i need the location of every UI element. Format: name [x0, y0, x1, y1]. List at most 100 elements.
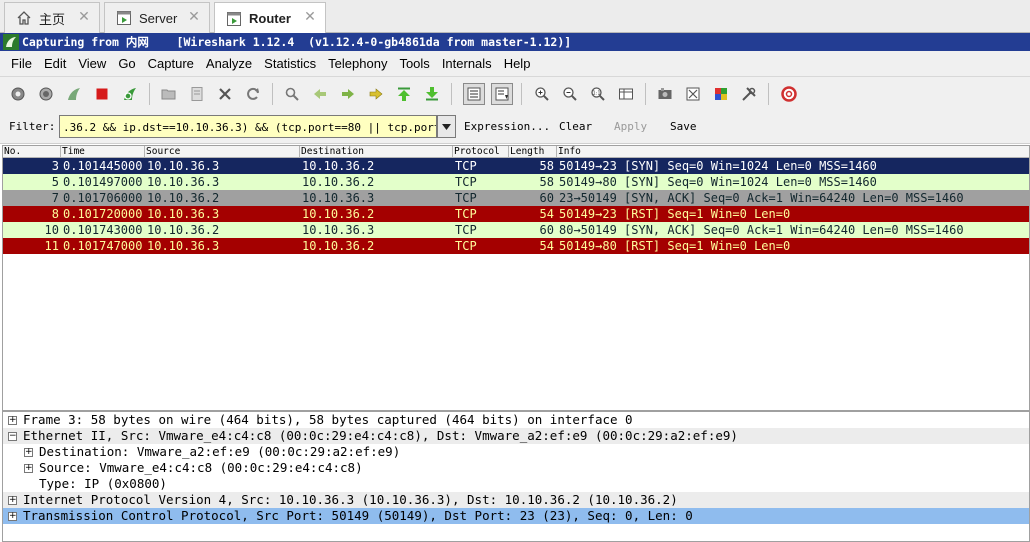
packet-cell-proto: TCP [455, 191, 477, 205]
zoom-in-icon[interactable] [531, 83, 553, 105]
packet-cell-info: 50149→23 [SYN] Seq=0 Win=1024 Len=0 MSS=… [559, 159, 877, 173]
interfaces-icon[interactable] [7, 83, 29, 105]
packet-cell-info: 50149→23 [RST] Seq=1 Win=0 Len=0 [559, 207, 791, 221]
menu-internals[interactable]: Internals [437, 56, 497, 71]
close-icon[interactable]: ✕ [187, 10, 201, 24]
open-file-icon[interactable] [158, 83, 180, 105]
detail-text: Destination: Vmware_a2:ef:e9 (00:0c:29:a… [39, 444, 401, 459]
colorize-list-icon[interactable] [463, 83, 485, 105]
close-icon[interactable]: ✕ [303, 10, 317, 24]
menu-edit[interactable]: Edit [39, 56, 71, 71]
resize-columns-icon[interactable] [615, 83, 637, 105]
packet-cell-time: 0.101720000 [63, 207, 143, 221]
packet-row[interactable]: 7 0.101706000 10.10.36.2 10.10.36.3 TCP 60 23→… [3, 190, 1029, 206]
tab-server[interactable]: Server ✕ [104, 2, 210, 33]
go-forward-icon[interactable] [337, 83, 359, 105]
tab-home[interactable]: 主页 ✕ [4, 2, 100, 33]
stop-capture-icon[interactable] [91, 83, 113, 105]
main-toolbar: 1:1 [0, 76, 1030, 110]
menu-telephony[interactable]: Telephony [323, 56, 392, 71]
collapse-icon[interactable]: − [8, 432, 17, 441]
packet-cell-info: 50149→80 [RST] Seq=1 Win=0 Len=0 [559, 239, 791, 253]
packet-row[interactable]: 11 0.101747000 10.10.36.3 10.10.36.2 TCP 54 50… [3, 238, 1029, 254]
zoom-out-icon[interactable] [559, 83, 581, 105]
filter-history-dropdown[interactable] [437, 115, 456, 138]
filter-label: Filter: [9, 120, 56, 133]
detail-tree-item[interactable]: + Destination: Vmware_a2:ef:e9 (00:0c:29:… [3, 444, 1029, 460]
packet-row[interactable]: 8 0.101720000 10.10.36.3 10.10.36.2 TCP 54 501… [3, 206, 1029, 222]
wireshark-fin-icon [3, 34, 19, 50]
column-header-info[interactable]: Info [557, 146, 1029, 158]
capture-options-icon[interactable] [35, 83, 57, 105]
expand-icon[interactable]: + [24, 448, 33, 457]
packet-row[interactable]: 5 0.101497000 10.10.36.3 10.10.36.2 TCP 58 501… [3, 174, 1029, 190]
packet-details-tree: + Frame 3: 58 bytes on wire (464 bits), 5… [2, 411, 1030, 542]
window-title-bar: Capturing from 内网 [Wireshark 1.12.4 (v1.… [0, 33, 1030, 51]
save-file-icon[interactable] [186, 83, 208, 105]
column-header-protocol[interactable]: Protocol [453, 146, 509, 158]
menu-help[interactable]: Help [499, 56, 536, 71]
column-header-source[interactable]: Source [145, 146, 300, 158]
go-back-icon[interactable] [309, 83, 331, 105]
detail-tree-item[interactable]: + Internet Protocol Version 4, Src: 10.10… [3, 492, 1029, 508]
save-filter-button[interactable]: Save [670, 120, 697, 133]
close-file-icon[interactable] [214, 83, 236, 105]
capture-filters-icon[interactable] [654, 83, 676, 105]
menu-file[interactable]: File [6, 56, 37, 71]
detail-tree-item[interactable]: + Frame 3: 58 bytes on wire (464 bits), 5… [3, 412, 1029, 428]
expand-icon[interactable]: + [24, 464, 33, 473]
menu-capture[interactable]: Capture [143, 56, 199, 71]
packet-row[interactable]: 3 0.101445000 10.10.36.3 10.10.36.2 TCP 58 501… [3, 158, 1029, 174]
clear-filter-button[interactable]: Clear [559, 120, 592, 133]
detail-tree-item[interactable]: − Ethernet II, Src: Vmware_e4:c4:c8 (00:0… [3, 428, 1029, 444]
start-capture-icon[interactable] [63, 83, 85, 105]
menu-view[interactable]: View [73, 56, 111, 71]
reload-icon[interactable] [242, 83, 264, 105]
apply-filter-button[interactable]: Apply [614, 120, 647, 133]
coloring-rules-icon[interactable] [710, 83, 732, 105]
detail-tree-item[interactable]: + Transmission Control Protocol, Src Port… [3, 508, 1029, 524]
expand-icon[interactable]: + [8, 496, 17, 505]
display-filter-input[interactable]: .36.2 && ip.dst==10.10.36.3) && (tcp.por… [59, 115, 437, 138]
detail-tree-item[interactable]: + Source: Vmware_e4:c4:c8 (00:0c:29:e4:c4… [3, 460, 1029, 476]
menu-statistics[interactable]: Statistics [259, 56, 321, 71]
packet-cell-proto: TCP [455, 175, 477, 189]
detail-text: Transmission Control Protocol, Src Port:… [23, 508, 693, 523]
find-packet-icon[interactable] [281, 83, 303, 105]
expression-button[interactable]: Expression... [464, 120, 550, 133]
tab-router[interactable]: Router ✕ [214, 2, 326, 34]
packet-cell-len: 54 [539, 239, 554, 253]
packet-cell-info: 23→50149 [SYN, ACK] Seq=0 Ack=1 Win=6424… [559, 191, 964, 205]
tab-label: 主页 [39, 11, 66, 27]
column-header-destination[interactable]: Destination [300, 146, 453, 158]
close-icon[interactable]: ✕ [77, 10, 91, 24]
packet-row[interactable]: 10 0.101743000 10.10.36.2 10.10.36.3 TCP 60 80… [3, 222, 1029, 238]
packet-cell-len: 58 [539, 175, 554, 189]
column-header-time[interactable]: Time [61, 146, 145, 158]
preferences-icon[interactable] [738, 83, 760, 105]
packet-cell-dst: 10.10.36.2 [302, 207, 375, 221]
packet-cell-proto: TCP [455, 159, 477, 173]
column-header-no[interactable]: No. [3, 146, 61, 158]
normal-size-icon[interactable]: 1:1 [587, 83, 609, 105]
menu-go[interactable]: Go [113, 56, 140, 71]
go-last-icon[interactable] [421, 83, 443, 105]
detail-tree-item[interactable]: Type: IP (0x0800) [3, 476, 1029, 492]
expand-icon[interactable]: + [8, 416, 17, 425]
packet-cell-info: 80→50149 [SYN, ACK] Seq=0 Ack=1 Win=6424… [559, 223, 964, 237]
display-filters-icon[interactable] [682, 83, 704, 105]
go-to-packet-icon[interactable] [365, 83, 387, 105]
packet-cell-no: 8 [51, 207, 59, 221]
expand-icon[interactable]: + [8, 512, 17, 521]
menu-tools[interactable]: Tools [394, 56, 434, 71]
packet-cell-dst: 10.10.36.2 [302, 159, 375, 173]
help-icon[interactable] [778, 83, 800, 105]
tab-label: Server [139, 10, 178, 26]
restart-capture-icon[interactable] [119, 83, 141, 105]
packet-cell-dst: 10.10.36.2 [302, 175, 375, 189]
go-first-icon[interactable] [393, 83, 415, 105]
auto-scroll-icon[interactable] [491, 83, 513, 105]
column-header-length[interactable]: Length [509, 146, 557, 158]
packet-cell-dst: 10.10.36.3 [302, 191, 375, 205]
menu-analyze[interactable]: Analyze [201, 56, 257, 71]
